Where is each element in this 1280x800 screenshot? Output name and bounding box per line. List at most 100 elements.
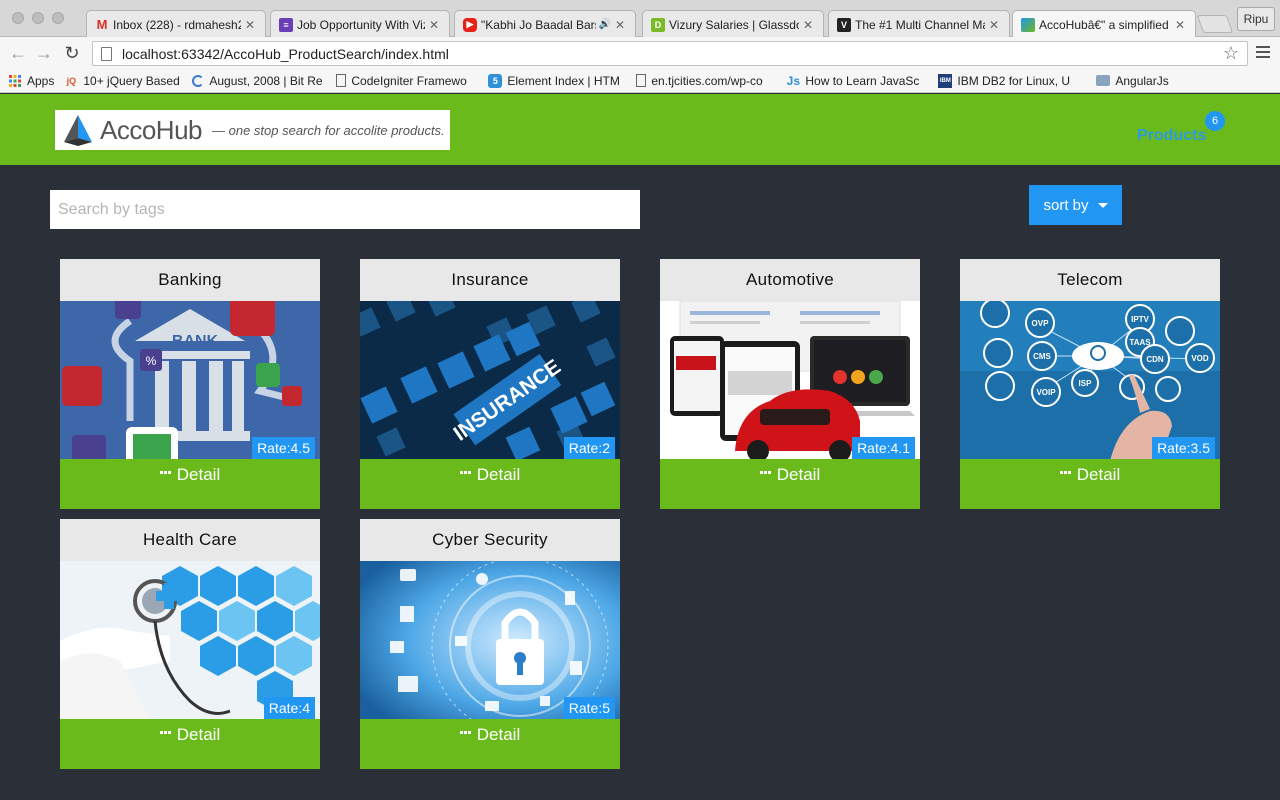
search-input[interactable] <box>50 190 640 229</box>
form-icon: ≡ <box>279 17 293 32</box>
banking-image: BANK % Rate:4.5 <box>60 301 320 459</box>
detail-button[interactable]: Detail <box>360 719 620 769</box>
svg-text:TAAS: TAAS <box>1129 338 1151 347</box>
bookmark-item[interactable]: 5 Element Index | HTM <box>488 73 626 88</box>
product-card-telecom[interactable]: Telecom OVP CMS VOIP ISP IPTV TAAS CDN V… <box>960 259 1220 509</box>
jquery-icon: jQ <box>66 75 77 86</box>
detail-label: Detail <box>476 465 521 484</box>
bookmark-item[interactable]: CodeIgniter Framewo <box>336 74 478 88</box>
page-icon <box>101 46 112 61</box>
apps-grid-icon <box>8 74 22 88</box>
bookmark-item[interactable]: jQ 10+ jQuery Based Sl <box>64 74 183 88</box>
bookmark-item[interactable]: Apps <box>8 74 54 88</box>
close-icon[interactable]: ✕ <box>615 18 627 32</box>
products-nav-link[interactable]: Products <box>1137 127 1206 145</box>
svg-text:VOD: VOD <box>1191 354 1209 363</box>
svg-text:CMS: CMS <box>1033 352 1051 361</box>
close-icon[interactable]: ✕ <box>429 18 441 32</box>
detail-label: Detail <box>176 725 221 744</box>
browser-menu-icon[interactable] <box>1256 46 1270 60</box>
telecom-image: OVP CMS VOIP ISP IPTV TAAS CDN VOD Rate:… <box>960 301 1220 459</box>
detail-label: Detail <box>476 725 521 744</box>
page-icon <box>636 74 647 87</box>
close-icon[interactable]: ✕ <box>245 18 257 32</box>
product-card-banking[interactable]: Banking BANK % Rate:4.5 Detail <box>60 259 320 509</box>
detail-button[interactable]: Detail <box>60 459 320 509</box>
bookmark-item[interactable]: en.tjcities.com/wp-co <box>636 74 776 88</box>
svg-text:CDN: CDN <box>1146 355 1164 364</box>
tab-title: Inbox (228) - rdmahesh2 <box>113 17 241 32</box>
ellipsis-icon <box>159 731 172 734</box>
product-card-health-care[interactable]: Health Care Rate:4 Detail <box>60 519 320 769</box>
browser-tabstrip: M Inbox (228) - rdmahesh2 ✕ ≡ Job Opport… <box>0 0 1280 38</box>
bookmark-item[interactable]: IBM IBM DB2 for Linux, U <box>938 73 1086 88</box>
browser-tab[interactable]: M Inbox (228) - rdmahesh2 ✕ <box>86 10 266 38</box>
detail-label: Detail <box>176 465 221 484</box>
rating-badge: Rate:2 <box>563 437 615 459</box>
bookmarks-bar: Apps jQ 10+ jQuery Based Sl August, 2008… <box>0 69 1280 93</box>
browser-tab[interactable]: V The #1 Multi Channel Ma ✕ <box>828 10 1010 38</box>
v-icon: V <box>837 17 851 32</box>
profile-button[interactable]: Ripu <box>1237 7 1275 31</box>
element-icon: 5 <box>488 73 503 88</box>
caret-down-icon <box>1097 202 1108 208</box>
detail-label: Detail <box>776 465 821 484</box>
detail-button[interactable]: Detail <box>960 459 1220 509</box>
card-title: Telecom <box>960 259 1220 301</box>
product-card-automotive[interactable]: Automotive Rate:4.1 Detail <box>660 259 920 509</box>
glassdoor-icon: D <box>651 17 665 32</box>
detail-button[interactable]: Detail <box>60 719 320 769</box>
tab-title: Job Opportunity With Viz <box>297 17 425 32</box>
accohub-icon <box>1021 17 1035 32</box>
logo-pyramid-icon <box>64 115 92 146</box>
ibm-icon: IBM <box>938 73 953 88</box>
ellipsis-icon <box>159 471 172 474</box>
accohub-logo[interactable]: AccoHub — one stop search for accolite p… <box>55 110 450 150</box>
svg-text:OVP: OVP <box>1032 319 1050 328</box>
window-zoom-button[interactable] <box>52 12 64 24</box>
detail-label: Detail <box>1076 465 1121 484</box>
back-arrow-icon[interactable]: ← <box>8 43 28 63</box>
url-text[interactable]: localhost:63342/AccoHub_ProductSearch/in… <box>122 46 449 62</box>
address-bar[interactable]: localhost:63342/AccoHub_ProductSearch/in… <box>92 41 1248 66</box>
browser-tab-active[interactable]: AccoHubâ€" a simplified ✕ <box>1012 10 1196 38</box>
svg-text:%: % <box>146 354 157 368</box>
sort-by-dropdown[interactable]: sort by <box>1029 185 1122 225</box>
window-close-button[interactable] <box>12 12 24 24</box>
bookmark-folder[interactable]: AngularJs <box>1096 74 1169 88</box>
health-care-image: Rate:4 <box>60 561 320 719</box>
logo-name: AccoHub <box>100 114 203 145</box>
detail-button[interactable]: Detail <box>360 459 620 509</box>
js-icon: Js <box>786 73 801 88</box>
svg-text:BANK: BANK <box>172 333 219 350</box>
app-header: AccoHub — one stop search for accolite p… <box>0 94 1280 165</box>
product-card-insurance[interactable]: Insurance INSURANCE Rate:2 Detail <box>360 259 620 509</box>
gmail-icon: M <box>96 17 108 32</box>
window-minimize-button[interactable] <box>32 12 44 24</box>
browser-toolbar: ← → ↻ localhost:63342/AccoHub_ProductSea… <box>0 37 1280 69</box>
close-icon[interactable]: ✕ <box>989 18 1001 32</box>
close-icon[interactable]: ✕ <box>1175 18 1187 32</box>
youtube-icon: ▶ <box>463 17 477 32</box>
ellipsis-icon <box>759 471 772 474</box>
reload-icon[interactable]: ↻ <box>62 43 82 63</box>
tab-title: "Kabhi Jo Baadal Bars <box>481 17 596 32</box>
bookmark-item[interactable]: August, 2008 | Bit Re <box>192 74 326 88</box>
bookmark-star-icon[interactable]: ☆ <box>1223 43 1239 64</box>
card-title: Cyber Security <box>360 519 620 561</box>
browser-tab[interactable]: ≡ Job Opportunity With Viz ✕ <box>270 10 450 38</box>
logo-tagline: — one stop search for accolite products. <box>212 122 445 138</box>
browser-tab[interactable]: D Vizury Salaries | Glassdo ✕ <box>642 10 824 38</box>
audio-playing-icon[interactable]: 🔊 <box>599 19 611 30</box>
detail-button[interactable]: Detail <box>660 459 920 509</box>
rating-badge: Rate:5 <box>563 697 615 719</box>
page-icon <box>336 74 347 87</box>
card-title: Banking <box>60 259 320 301</box>
bookmark-item[interactable]: Js How to Learn JavaSc <box>786 74 928 88</box>
products-count-badge: 6 <box>1205 111 1225 131</box>
browser-tab[interactable]: ▶ "Kabhi Jo Baadal Bars 🔊 ✕ <box>454 10 636 38</box>
product-card-cyber-security[interactable]: Cyber Security Rate:5 Detail <box>360 519 620 769</box>
close-icon[interactable]: ✕ <box>803 18 815 32</box>
forward-arrow-icon[interactable]: → <box>34 43 54 63</box>
new-tab-button[interactable] <box>1196 15 1234 33</box>
